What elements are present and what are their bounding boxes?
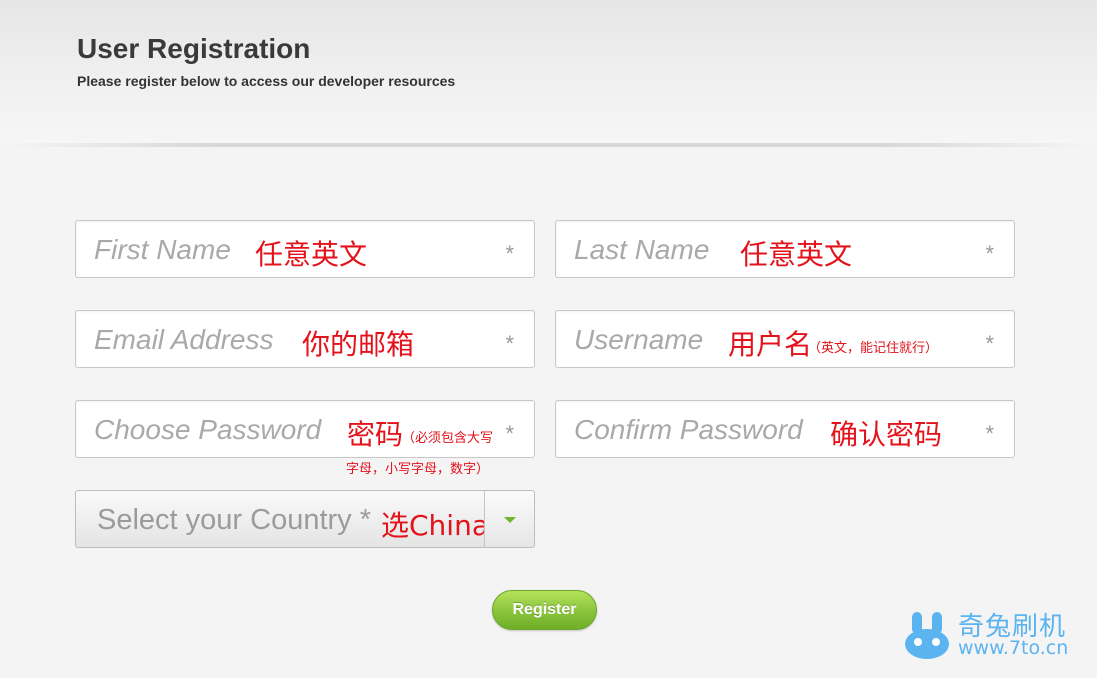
required-asterisk: * bbox=[985, 421, 994, 446]
watermark-url: www.7to.cn bbox=[958, 637, 1069, 659]
country-select[interactable]: Select your Country * 选China bbox=[75, 490, 535, 548]
email-annotation: 你的邮箱 bbox=[302, 328, 415, 361]
last-name-annotation: 任意英文 bbox=[740, 238, 853, 271]
page-header: User Registration Please register below … bbox=[0, 0, 1097, 146]
required-asterisk: * bbox=[985, 241, 994, 266]
page-subtitle: Please register below to access our deve… bbox=[77, 73, 456, 89]
username-placeholder: Username bbox=[574, 324, 704, 355]
required-asterisk: * bbox=[505, 421, 514, 446]
password-annotation: 密码 bbox=[347, 418, 404, 451]
page-title: User Registration bbox=[77, 33, 311, 64]
username-annotation: 用户名 bbox=[728, 328, 813, 361]
username-field[interactable]: Username 用户名 （英文，能记住就行） * bbox=[555, 310, 1015, 368]
first-name-annotation: 任意英文 bbox=[255, 238, 368, 271]
country-annotation: 选China bbox=[381, 509, 489, 542]
password-field[interactable]: Choose Password 密码 （必须包含大写 * bbox=[75, 400, 535, 458]
username-annotation-note: （英文，能记住就行） bbox=[808, 341, 939, 356]
confirm-password-field[interactable]: Confirm Password 确认密码 * bbox=[555, 400, 1015, 458]
required-asterisk: * bbox=[985, 331, 994, 356]
first-name-placeholder: First Name bbox=[94, 234, 231, 265]
header-divider bbox=[0, 143, 1097, 147]
password-placeholder: Choose Password bbox=[94, 414, 322, 445]
country-select-value: Select your Country * bbox=[97, 504, 372, 536]
chevron-down-icon bbox=[504, 517, 516, 523]
rabbit-logo-icon bbox=[905, 612, 949, 659]
confirm-password-annotation: 确认密码 bbox=[830, 418, 943, 451]
email-placeholder: Email Address bbox=[94, 324, 274, 355]
email-field[interactable]: Email Address 你的邮箱 * bbox=[75, 310, 535, 368]
password-annotation-note-continued: 字母，小写字母，数字） bbox=[346, 462, 490, 477]
last-name-placeholder: Last Name bbox=[574, 234, 710, 265]
country-select-toggle[interactable] bbox=[484, 491, 534, 547]
first-name-field[interactable]: First Name 任意英文 * bbox=[75, 220, 535, 278]
confirm-password-placeholder: Confirm Password bbox=[574, 414, 803, 445]
required-asterisk: * bbox=[505, 241, 514, 266]
last-name-field[interactable]: Last Name 任意英文 * bbox=[555, 220, 1015, 278]
required-asterisk: * bbox=[505, 331, 514, 356]
register-button[interactable]: Register bbox=[492, 590, 597, 630]
password-annotation-note: （必须包含大写 bbox=[402, 431, 494, 446]
